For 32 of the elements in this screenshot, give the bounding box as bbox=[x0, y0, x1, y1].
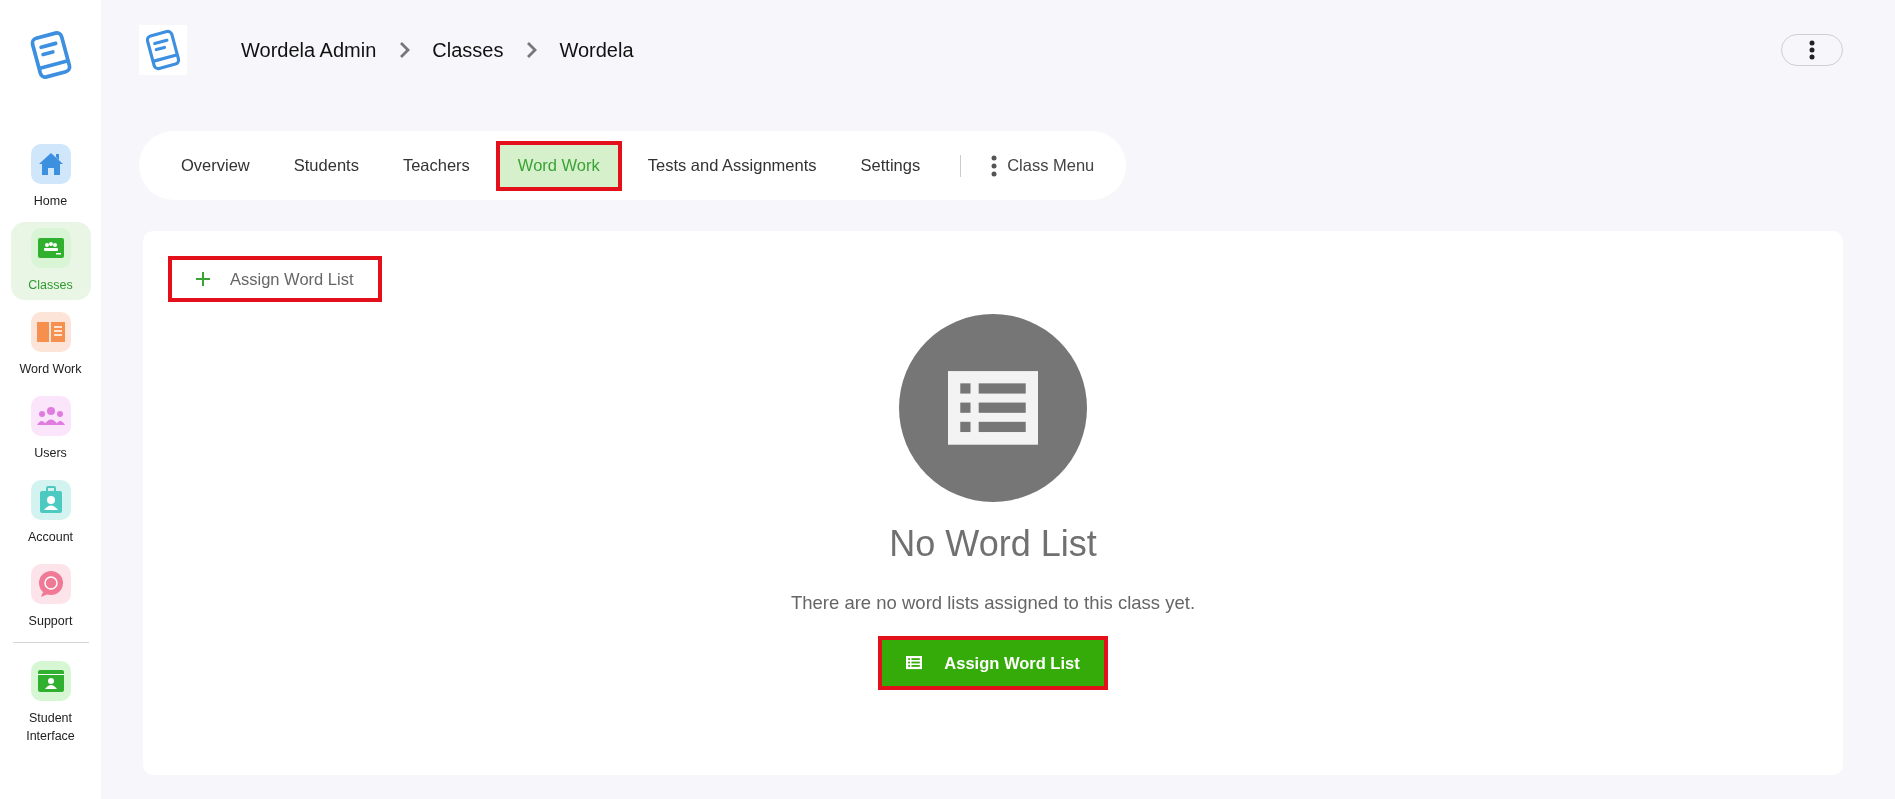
open-book-icon bbox=[35, 320, 66, 344]
support-chat-icon bbox=[36, 570, 65, 598]
sidebar-item[interactable]: Student Interface bbox=[10, 655, 91, 751]
list-icon bbox=[906, 656, 923, 670]
tab[interactable]: Settings bbox=[842, 140, 939, 191]
list-icon bbox=[948, 371, 1038, 445]
sidebar-item[interactable]: Word Work bbox=[10, 306, 91, 384]
users-icon bbox=[35, 406, 66, 426]
tab[interactable]: Tests and Assignments bbox=[629, 140, 835, 191]
sidebar-item[interactable]: Home bbox=[10, 138, 91, 216]
sidebar-item[interactable]: Support bbox=[10, 558, 91, 636]
id-badge-icon bbox=[38, 486, 63, 514]
classroom-icon bbox=[36, 237, 65, 259]
breadcrumb-link[interactable]: Wordela bbox=[559, 35, 634, 65]
house-icon bbox=[37, 152, 64, 176]
tab[interactable]: Overview bbox=[163, 140, 268, 191]
empty-state-title: No Word List bbox=[889, 522, 1097, 566]
tab[interactable]: Students bbox=[275, 140, 377, 191]
breadcrumb-link[interactable]: Classes bbox=[432, 35, 504, 65]
more-vertical-icon bbox=[1809, 40, 1815, 60]
more-vertical-icon bbox=[991, 154, 998, 177]
breadcrumb-link[interactable]: Wordela Admin bbox=[241, 35, 377, 65]
sidebar-item[interactable]: Users bbox=[10, 390, 91, 468]
empty-state-message: There are no word lists assigned to this class yet. bbox=[790, 591, 1196, 615]
class-menu-button[interactable]: Class Menu bbox=[979, 153, 1107, 178]
assign-word-list-button[interactable]: Assign Word List bbox=[168, 256, 382, 302]
sidebar-item[interactable]: Account bbox=[10, 474, 91, 552]
chevron-right-icon bbox=[398, 41, 411, 59]
browser-user-icon bbox=[36, 669, 65, 693]
tab[interactable]: Teachers bbox=[384, 140, 488, 191]
plus-icon bbox=[196, 272, 210, 286]
chevron-right-icon bbox=[525, 41, 538, 59]
